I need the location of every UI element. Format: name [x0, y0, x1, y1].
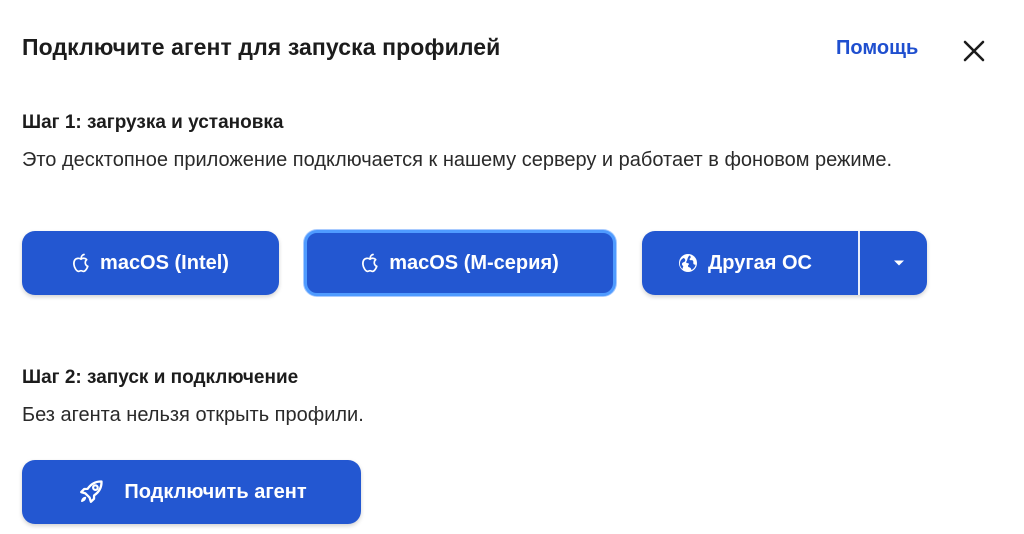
globe-icon [678, 253, 698, 273]
step2-title: Шаг 2: запуск и подключение [22, 367, 299, 388]
step1-description: Это десктопное приложение подключается к… [22, 149, 893, 171]
other-os-split-button: Другая ОС [642, 231, 927, 295]
close-icon [962, 39, 986, 63]
download-other-os-button[interactable]: Другая ОС [642, 231, 848, 295]
connect-agent-dialog: Подключите агент для запуска профилей По… [0, 0, 1024, 534]
apple-icon [361, 253, 379, 273]
close-button[interactable] [958, 35, 990, 67]
connect-agent-button[interactable]: Подключить агент [22, 460, 361, 524]
step1-title: Шаг 1: загрузка и установка [22, 112, 284, 133]
help-link[interactable]: Помощь [836, 37, 918, 60]
connect-agent-label: Подключить агент [124, 480, 307, 503]
apple-icon [72, 253, 90, 273]
dialog-title: Подключите агент для запуска профилей [22, 34, 501, 60]
download-macos-m-button[interactable]: macOS (M-серия) [304, 230, 616, 296]
macos-intel-label: macOS (Intel) [100, 251, 229, 274]
macos-m-label: macOS (M-серия) [389, 251, 559, 274]
other-os-dropdown-toggle[interactable] [870, 231, 927, 295]
download-macos-intel-button[interactable]: macOS (Intel) [22, 231, 279, 295]
chevron-down-icon [893, 259, 905, 267]
step2-description: Без агента нельзя открыть профили. [22, 404, 364, 426]
rocket-icon [76, 477, 106, 507]
split-divider [858, 231, 860, 295]
other-os-label: Другая ОС [708, 251, 813, 274]
